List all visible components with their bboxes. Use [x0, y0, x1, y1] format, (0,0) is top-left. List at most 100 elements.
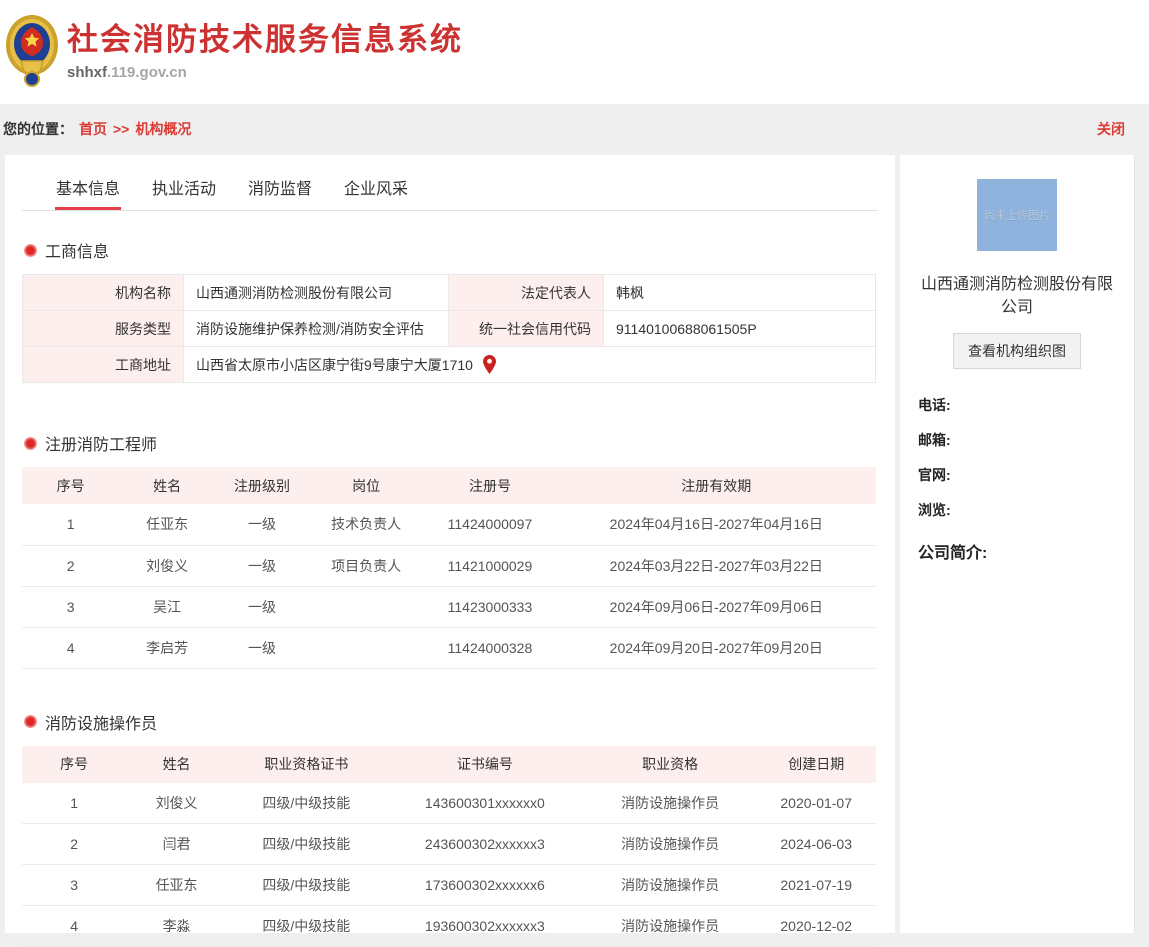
cell-reg-number: 11424000097 — [423, 504, 556, 545]
cell-qualification: 消防设施操作员 — [584, 783, 757, 824]
placeholder-text: 尚未上传图片 — [984, 207, 1050, 223]
cell-seq: 1 — [22, 504, 119, 545]
cell-cert-number: 243600302xxxxxx3 — [386, 824, 584, 865]
cell-create-date: 2024-06-03 — [756, 824, 876, 865]
cell-reg-level: 一级 — [215, 627, 309, 668]
biz-value-legal-rep: 韩枫 — [604, 275, 876, 311]
site-domain: shhxf.119.gov.cn — [67, 64, 463, 81]
breadcrumb-home-link[interactable]: 首页 — [79, 119, 107, 139]
cell-validity: 2024年03月22日-2027年03月22日 — [557, 545, 876, 586]
business-info-table: 机构名称 山西通测消防检测股份有限公司 法定代表人 韩枫 服务类型 消防设施维护… — [22, 274, 876, 383]
cell-name: 任亚东 — [126, 865, 227, 906]
close-button[interactable]: 关闭 — [1097, 119, 1125, 139]
cell-validity: 2024年09月06日-2027年09月06日 — [557, 586, 876, 627]
cell-position: 项目负责人 — [309, 545, 423, 586]
cell-reg-number: 11421000029 — [423, 545, 556, 586]
biz-value-service-type: 消防设施维护保养检测/消防安全评估 — [184, 311, 449, 347]
biz-label-credit-code: 统一社会信用代码 — [449, 311, 604, 347]
sidebar-contact-fields: 电话: 邮箱: 官网: 浏览: — [918, 395, 1116, 520]
fire-department-emblem-icon — [5, 13, 59, 91]
tab-company-showcase[interactable]: 企业风采 — [343, 167, 409, 210]
cell-reg-number: 11424000328 — [423, 627, 556, 668]
cell-seq: 1 — [22, 783, 126, 824]
section-bullet-icon — [24, 244, 37, 257]
map-pin-icon[interactable] — [483, 355, 496, 374]
section-title-operators: 消防设施操作员 — [45, 710, 157, 734]
col-validity: 注册有效期 — [557, 467, 876, 504]
section-title-engineers: 注册消防工程师 — [45, 431, 157, 455]
cell-validity: 2024年04月16日-2027年04月16日 — [557, 504, 876, 545]
cell-cert-type: 四级/中级技能 — [227, 824, 386, 865]
biz-value-address-cell: 山西省太原市小店区康宁街9号康宁大厦1710 — [184, 347, 876, 383]
cell-validity: 2024年09月20日-2027年09月20日 — [557, 627, 876, 668]
biz-label-org-name: 机构名称 — [23, 275, 184, 311]
table-row: 机构名称 山西通测消防检测股份有限公司 法定代表人 韩枫 — [23, 275, 876, 311]
breadcrumb-bar: 您的位置： 首页 >> 机构概况 关闭 — [0, 104, 1149, 154]
table-row: 4 李启芳 一级 11424000328 2024年09月20日-2027年09… — [22, 627, 876, 668]
cell-name: 李启芳 — [119, 627, 215, 668]
cell-seq: 2 — [22, 545, 119, 586]
cell-name: 任亚东 — [119, 504, 215, 545]
tab-basic-info[interactable]: 基本信息 — [55, 167, 121, 210]
cell-create-date: 2020-12-02 — [756, 906, 876, 947]
table-header-row: 序号 姓名 注册级别 岗位 注册号 注册有效期 — [22, 467, 876, 504]
cell-name: 刘俊义 — [119, 545, 215, 586]
brand-block: 社会消防技术服务信息系统 shhxf.119.gov.cn — [67, 23, 463, 80]
cell-qualification: 消防设施操作员 — [584, 906, 757, 947]
biz-value-org-name: 山西通测消防检测股份有限公司 — [184, 275, 449, 311]
email-label: 邮箱: — [918, 430, 1116, 450]
cell-reg-level: 一级 — [215, 545, 309, 586]
site-domain-suffix: .119.gov.cn — [107, 64, 187, 81]
biz-value-credit-code: 91140100688061505P — [604, 311, 876, 347]
cell-create-date: 2020-01-07 — [756, 783, 876, 824]
cell-reg-level: 一级 — [215, 586, 309, 627]
breadcrumb-separator: >> — [113, 121, 129, 137]
company-sidebar: 尚未上传图片 山西通测消防检测股份有限公司 查看机构组织图 电话: 邮箱: 官网… — [900, 155, 1135, 933]
cell-reg-level: 一级 — [215, 504, 309, 545]
table-row: 服务类型 消防设施维护保养检测/消防安全评估 统一社会信用代码 91140100… — [23, 311, 876, 347]
cell-position — [309, 627, 423, 668]
cell-qualification: 消防设施操作员 — [584, 824, 757, 865]
sidebar-company-name: 山西通测消防检测股份有限公司 — [918, 273, 1116, 319]
section-title-business-info: 工商信息 — [45, 238, 109, 262]
col-qualification: 职业资格 — [584, 746, 757, 783]
biz-value-address: 山西省太原市小店区康宁街9号康宁大厦1710 — [196, 355, 473, 375]
breadcrumb-current-link[interactable]: 机构概况 — [135, 119, 191, 139]
table-row: 3 吴江 一级 11423000333 2024年09月06日-2027年09月… — [22, 586, 876, 627]
table-row: 2 刘俊义 一级 项目负责人 11421000029 2024年03月22日-2… — [22, 545, 876, 586]
cell-cert-number: 143600301xxxxxx0 — [386, 783, 584, 824]
table-row: 工商地址 山西省太原市小店区康宁街9号康宁大厦1710 — [23, 347, 876, 383]
section-bullet-icon — [24, 437, 37, 450]
table-header-row: 序号 姓名 职业资格证书 证书编号 职业资格 创建日期 — [22, 746, 876, 783]
cell-create-date: 2021-07-19 — [756, 865, 876, 906]
cell-cert-type: 四级/中级技能 — [227, 865, 386, 906]
cell-seq: 3 — [22, 865, 126, 906]
tab-fire-supervision[interactable]: 消防监督 — [247, 167, 313, 210]
cell-cert-type: 四级/中级技能 — [227, 783, 386, 824]
tab-bar: 基本信息 执业活动 消防监督 企业风采 — [22, 167, 878, 211]
col-cert-number: 证书编号 — [386, 746, 584, 783]
company-logo-placeholder: 尚未上传图片 — [977, 179, 1057, 251]
table-row: 2 闫君 四级/中级技能 243600302xxxxxx3 消防设施操作员 20… — [22, 824, 876, 865]
website-label: 官网: — [918, 465, 1116, 485]
cell-seq: 3 — [22, 586, 119, 627]
tab-practice-activity[interactable]: 执业活动 — [151, 167, 217, 210]
company-profile-label: 公司简介: — [918, 539, 1116, 563]
operators-table: 序号 姓名 职业资格证书 证书编号 职业资格 创建日期 1 刘俊义 四级/中级技… — [22, 746, 876, 947]
cell-seq: 2 — [22, 824, 126, 865]
col-seq: 序号 — [22, 467, 119, 504]
cell-qualification: 消防设施操作员 — [584, 865, 757, 906]
cell-seq: 4 — [22, 906, 126, 947]
view-org-chart-button[interactable]: 查看机构组织图 — [953, 333, 1081, 369]
section-business-info: 工商信息 — [24, 238, 878, 262]
col-position: 岗位 — [309, 467, 423, 504]
views-label: 浏览: — [918, 500, 1116, 520]
site-header: 社会消防技术服务信息系统 shhxf.119.gov.cn — [0, 0, 1149, 104]
cell-position: 技术负责人 — [309, 504, 423, 545]
col-name: 姓名 — [119, 467, 215, 504]
section-bullet-icon — [24, 715, 37, 728]
cell-name: 闫君 — [126, 824, 227, 865]
breadcrumb: 您的位置： 首页 >> 机构概况 — [3, 119, 191, 139]
table-row: 4 李淼 四级/中级技能 193600302xxxxxx3 消防设施操作员 20… — [22, 906, 876, 947]
col-reg-number: 注册号 — [423, 467, 556, 504]
